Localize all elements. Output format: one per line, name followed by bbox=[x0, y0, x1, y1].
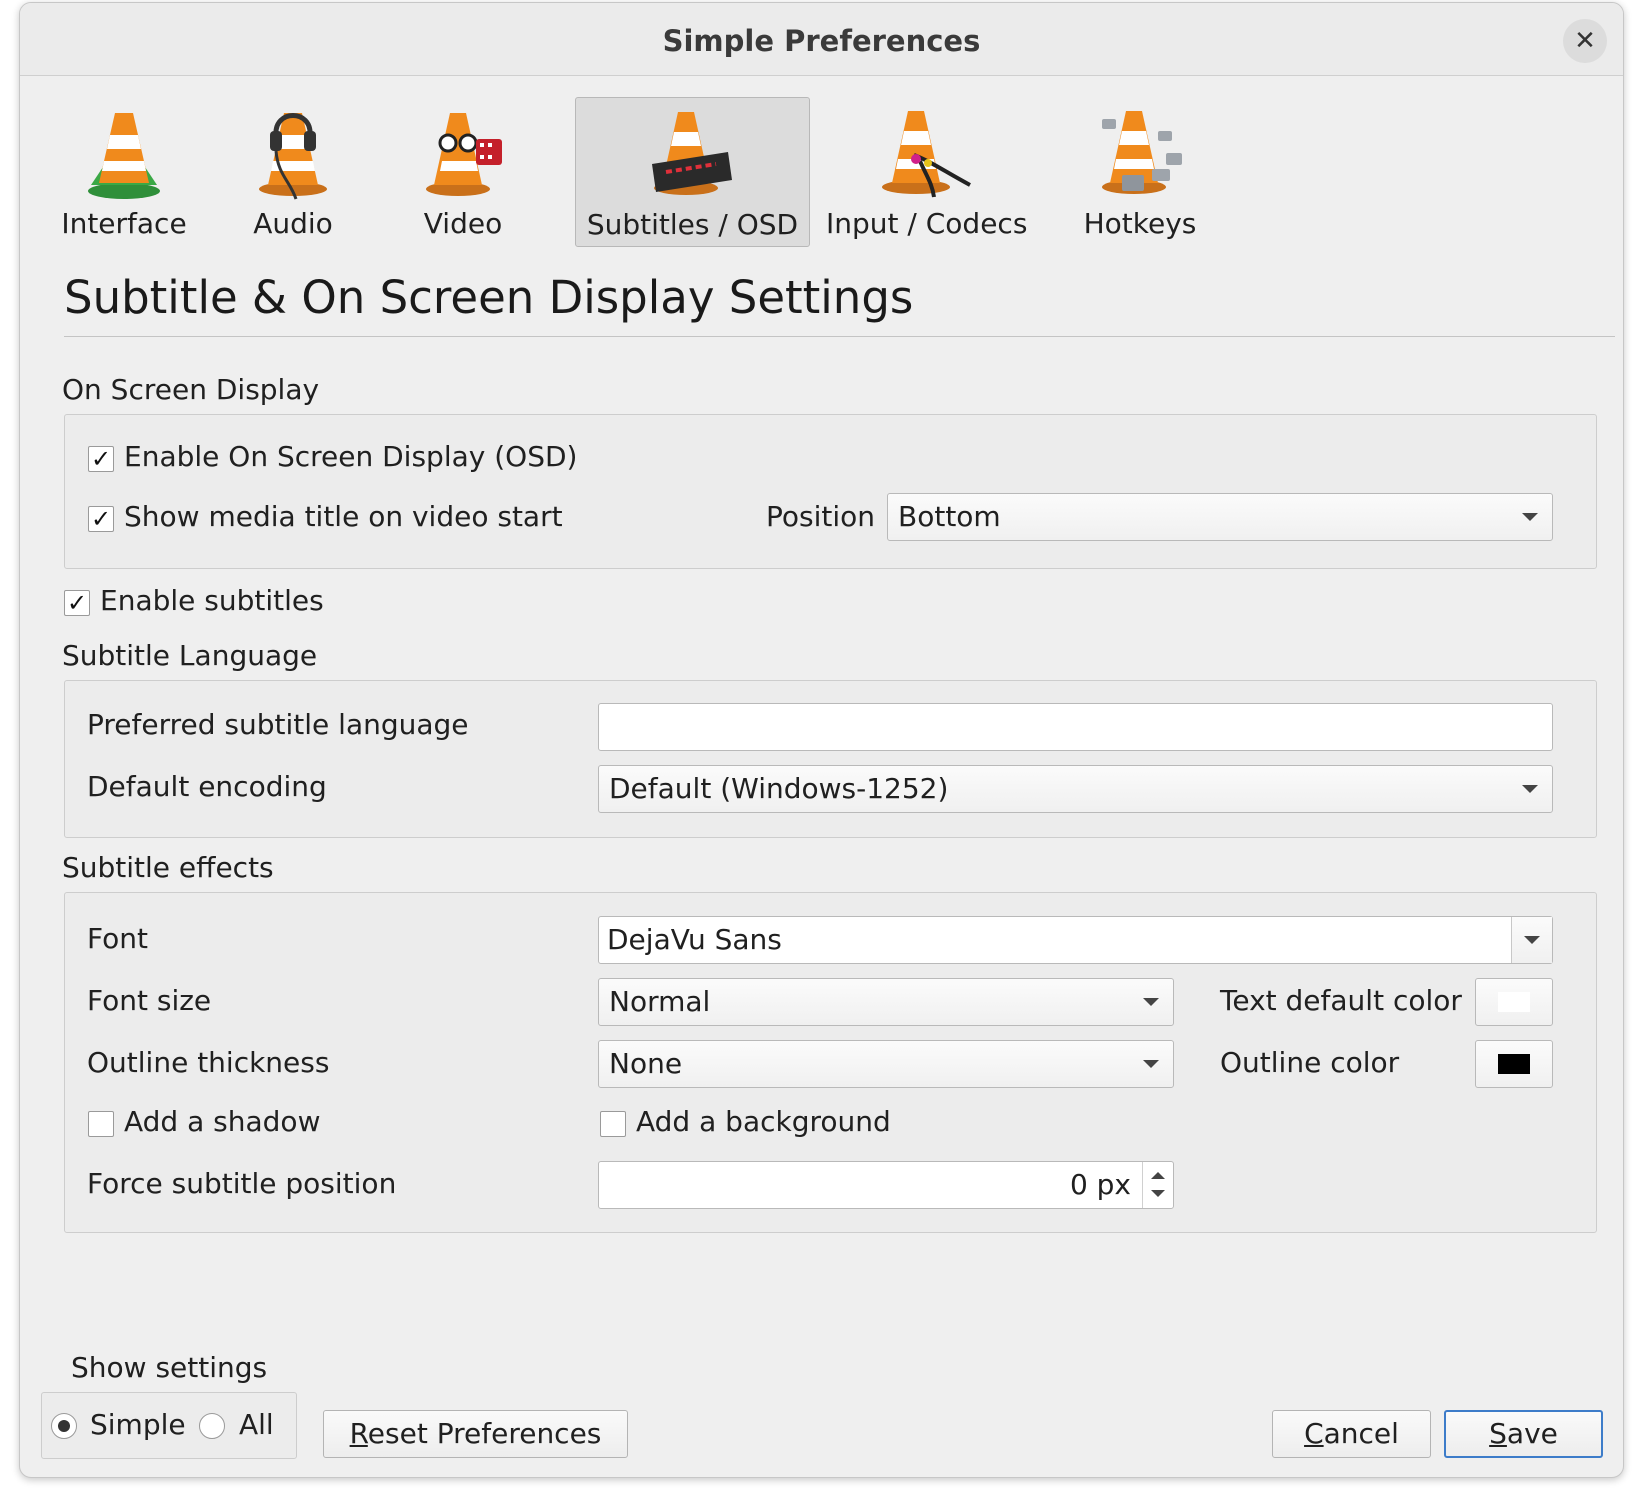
save-mnemonic: S bbox=[1489, 1417, 1507, 1450]
font-combo[interactable]: DejaVu Sans bbox=[598, 916, 1553, 964]
font-dropdown-button[interactable] bbox=[1511, 917, 1552, 963]
simple-radio-label: Simple bbox=[90, 1408, 186, 1441]
tab-audio[interactable]: Audio bbox=[230, 97, 356, 247]
default-encoding-value: Default (Windows-1252) bbox=[609, 772, 949, 805]
spin-buttons bbox=[1142, 1162, 1173, 1208]
font-label: Font bbox=[87, 922, 148, 955]
outline-thickness-label: Outline thickness bbox=[87, 1046, 330, 1079]
vlc-cone-interface-icon bbox=[88, 113, 160, 199]
show-title-checkbox[interactable]: ✓ bbox=[88, 506, 114, 532]
chevron-down-icon bbox=[1524, 936, 1540, 944]
tab-interface[interactable]: Interface bbox=[50, 97, 198, 247]
font-size-select[interactable]: Normal bbox=[598, 978, 1174, 1026]
font-value: DejaVu Sans bbox=[607, 923, 782, 956]
text-color-swatch bbox=[1498, 992, 1530, 1012]
vlc-cone-audio-icon bbox=[259, 113, 327, 200]
font-size-label: Font size bbox=[87, 984, 212, 1017]
add-background-checkbox[interactable] bbox=[600, 1111, 626, 1137]
vlc-cone-subtitles-icon bbox=[652, 112, 732, 195]
tab-label-subtitles-osd: Subtitles / OSD bbox=[586, 208, 799, 241]
tab-label-hotkeys: Hotkeys bbox=[1083, 207, 1197, 240]
enable-osd-checkbox[interactable]: ✓ bbox=[88, 446, 114, 472]
vlc-cone-input-icon bbox=[882, 111, 971, 198]
title-divider bbox=[64, 336, 1615, 337]
position-select[interactable]: Bottom bbox=[887, 493, 1553, 541]
chevron-down-icon bbox=[1143, 998, 1159, 1006]
tab-hotkeys[interactable]: Hotkeys bbox=[1066, 97, 1214, 247]
language-section-label: Subtitle Language bbox=[62, 639, 318, 672]
reset-label: eset Preferences bbox=[367, 1417, 602, 1450]
preferred-language-input[interactable] bbox=[598, 703, 1553, 751]
show-settings-label: Show settings bbox=[71, 1351, 268, 1384]
force-position-spinbox[interactable]: 0 px bbox=[598, 1161, 1174, 1209]
close-button[interactable]: ✕ bbox=[1563, 19, 1607, 63]
preferred-language-label: Preferred subtitle language bbox=[87, 708, 469, 741]
window-title: Simple Preferences bbox=[662, 24, 981, 58]
add-shadow-label: Add a shadow bbox=[124, 1105, 321, 1138]
close-icon: ✕ bbox=[1574, 26, 1596, 56]
outline-thickness-select[interactable]: None bbox=[598, 1040, 1174, 1088]
outline-color-swatch bbox=[1498, 1054, 1530, 1074]
cancel-button[interactable]: Cancel bbox=[1272, 1410, 1431, 1458]
add-background-label: Add a background bbox=[636, 1105, 891, 1138]
chevron-down-icon bbox=[1522, 513, 1538, 521]
save-label: ave bbox=[1506, 1417, 1558, 1450]
outline-color-button[interactable] bbox=[1475, 1040, 1553, 1088]
force-position-value: 0 px bbox=[1069, 1168, 1131, 1201]
save-button[interactable]: Save bbox=[1444, 1410, 1603, 1458]
all-radio[interactable] bbox=[199, 1413, 225, 1439]
tab-label-interface: Interface bbox=[61, 207, 187, 240]
enable-subtitles-label: Enable subtitles bbox=[100, 584, 324, 617]
osd-section-label: On Screen Display bbox=[62, 373, 320, 406]
preferences-window: Simple Preferences ✕ Interface Audio Vid… bbox=[19, 2, 1624, 1478]
position-value: Bottom bbox=[898, 500, 1001, 533]
default-encoding-label: Default encoding bbox=[87, 770, 327, 803]
increment-icon[interactable] bbox=[1151, 1172, 1165, 1179]
show-title-label: Show media title on video start bbox=[124, 500, 563, 533]
chevron-down-icon bbox=[1143, 1060, 1159, 1068]
default-encoding-select[interactable]: Default (Windows-1252) bbox=[598, 765, 1553, 813]
chevron-down-icon bbox=[1522, 785, 1538, 793]
tab-video[interactable]: Video bbox=[400, 97, 526, 247]
position-label: Position bbox=[766, 500, 876, 533]
force-position-label: Force subtitle position bbox=[87, 1167, 397, 1200]
tab-input-codecs[interactable]: Input / Codecs bbox=[826, 97, 1028, 247]
text-color-label: Text default color bbox=[1220, 984, 1462, 1017]
tab-label-video: Video bbox=[423, 207, 503, 240]
vlc-cone-hotkeys-icon bbox=[1102, 111, 1182, 194]
add-shadow-checkbox[interactable] bbox=[88, 1111, 114, 1137]
outline-color-label: Outline color bbox=[1220, 1046, 1400, 1079]
enable-osd-label: Enable On Screen Display (OSD) bbox=[124, 440, 578, 473]
vlc-cone-video-icon bbox=[426, 113, 502, 196]
outline-thickness-value: None bbox=[609, 1047, 683, 1080]
cancel-mnemonic: C bbox=[1304, 1417, 1324, 1450]
cancel-label: ancel bbox=[1323, 1417, 1399, 1450]
decrement-icon[interactable] bbox=[1151, 1190, 1165, 1197]
title-bar: Simple Preferences ✕ bbox=[20, 3, 1623, 76]
text-color-button[interactable] bbox=[1475, 978, 1553, 1026]
simple-radio[interactable] bbox=[51, 1413, 77, 1439]
font-size-value: Normal bbox=[609, 985, 711, 1018]
reset-mnemonic: R bbox=[349, 1417, 368, 1450]
effects-section-label: Subtitle effects bbox=[62, 851, 274, 884]
radio-selected-dot bbox=[58, 1420, 70, 1432]
enable-subtitles-checkbox[interactable]: ✓ bbox=[64, 590, 90, 616]
reset-preferences-button[interactable]: Reset Preferences bbox=[323, 1410, 628, 1458]
tab-label-audio: Audio bbox=[253, 207, 333, 240]
all-radio-label: All bbox=[239, 1408, 274, 1441]
page-title: Subtitle & On Screen Display Settings bbox=[64, 271, 914, 324]
osd-group bbox=[64, 414, 1597, 569]
tab-subtitles-osd[interactable]: Subtitles / OSD bbox=[575, 97, 810, 247]
tab-label-input-codecs: Input / Codecs bbox=[826, 207, 1028, 240]
